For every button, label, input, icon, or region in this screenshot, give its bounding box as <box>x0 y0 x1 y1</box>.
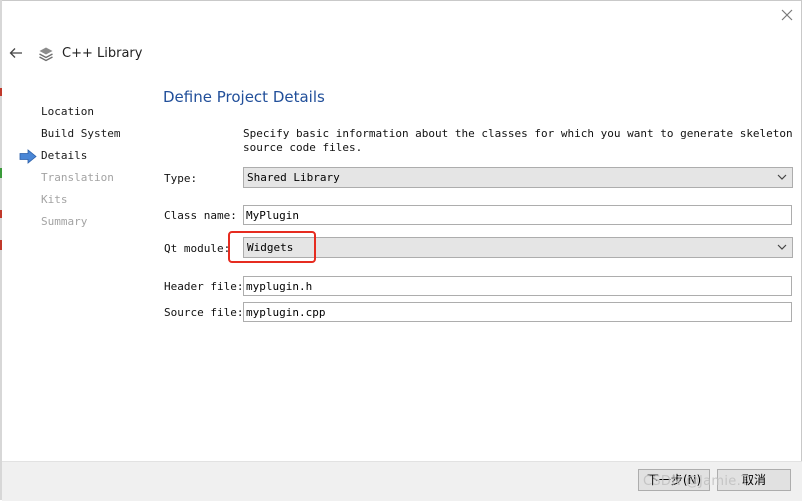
wizard-title: C++ Library <box>62 46 143 61</box>
qt-module-label: Qt module: <box>164 242 231 255</box>
step-summary: Summary <box>41 215 88 228</box>
step-translation: Translation <box>41 171 114 184</box>
close-icon[interactable] <box>778 6 796 24</box>
back-arrow-icon[interactable] <box>8 45 24 61</box>
current-step-arrow-icon <box>19 149 37 164</box>
annotation-highlight-box <box>228 231 316 263</box>
class-name-input[interactable] <box>243 205 792 225</box>
step-location: Location <box>41 105 94 118</box>
class-name-label: Class name: <box>164 209 237 222</box>
source-file-input[interactable] <box>243 302 792 322</box>
step-kits: Kits <box>41 193 68 206</box>
type-label: Type: <box>164 172 198 185</box>
background-window-edge <box>0 0 2 500</box>
source-file-label: Source file: <box>164 306 244 319</box>
stack-layers-icon <box>39 47 53 62</box>
chevron-down-icon <box>777 244 787 250</box>
type-select[interactable]: Shared Library <box>243 167 793 188</box>
step-details: Details <box>41 149 88 162</box>
qt-module-select[interactable]: Widgets <box>243 237 793 258</box>
wizard-steps: Location Build System Details Translatio… <box>41 103 120 235</box>
chevron-down-icon <box>777 174 787 180</box>
type-select-value: Shared Library <box>247 171 340 184</box>
watermark-text: CSDN @Jamie.T <box>643 474 750 489</box>
page-title: Define Project Details <box>163 88 325 106</box>
step-build-system: Build System <box>41 127 121 140</box>
header-file-label: Header file: <box>164 280 244 293</box>
page-description: Specify basic information about the clas… <box>243 127 793 154</box>
header-file-input[interactable] <box>243 276 792 296</box>
